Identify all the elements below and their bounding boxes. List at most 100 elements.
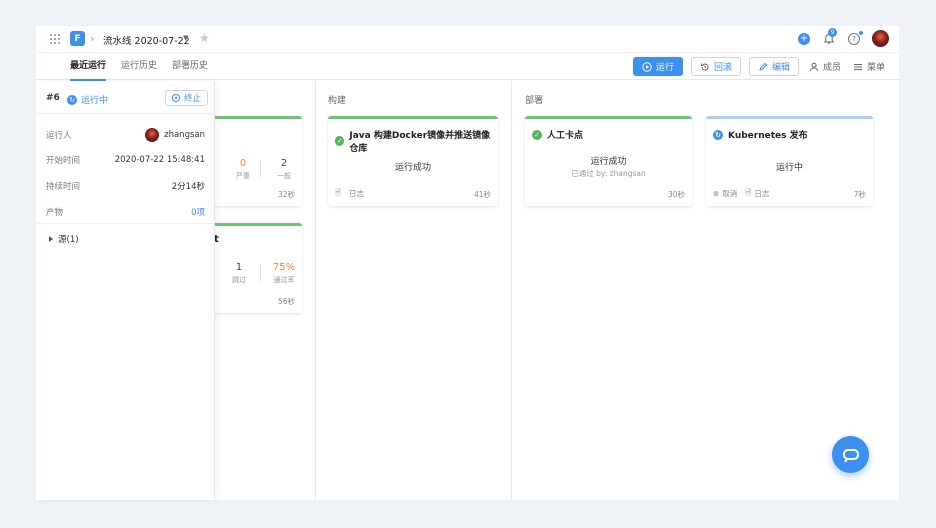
info-label: 运行人 (46, 131, 72, 141)
tab-run-history[interactable]: 运行历史 (121, 53, 157, 80)
log-link[interactable]: 🗎 日志 (335, 187, 364, 200)
stat-divider (260, 160, 261, 178)
user-avatar[interactable] (872, 30, 889, 47)
stage-status: 运行成功 (590, 157, 627, 167)
menu-label: 菜单 (866, 63, 885, 73)
stat-normal: 2 一般 (264, 158, 304, 181)
run-button[interactable]: 运行 (632, 57, 683, 76)
source-toggle[interactable]: 源(1) (49, 233, 79, 245)
stage-title-text: 人工卡点 (547, 131, 584, 141)
stage-title: ✓ 人工卡点 (532, 128, 583, 141)
stage-status: 运行中 (775, 163, 803, 173)
rollback-button[interactable]: 回滚 (690, 57, 741, 76)
info-row-start-time: 开始时间 2020-07-22 15:48:41 (46, 154, 205, 166)
user-icon (809, 62, 818, 71)
running-icon: ↻ (713, 129, 723, 140)
running-icon: ↻ (67, 94, 77, 105)
chat-fab-button[interactable] (832, 436, 869, 473)
help-icon[interactable]: ? (848, 30, 863, 45)
stage-status: 运行成功 (394, 163, 431, 173)
app-window: F › 流水线 2020-07-22 ▼ ★ + 9 ? 最近运行 运行历史 部… (36, 26, 899, 500)
caret-right-icon (49, 236, 53, 242)
log-link[interactable]: 🗎 日志 (745, 187, 769, 200)
add-icon[interactable]: + (798, 32, 810, 45)
notification-bell-icon[interactable]: 9 (822, 27, 837, 46)
info-label: 产物 (46, 208, 64, 218)
stage-card-java-build[interactable]: ✓ Java 构建Docker镜像并推送镜像仓库 运行成功 🗎 日志 41秒 (328, 116, 498, 206)
success-check-icon: ✓ (335, 136, 345, 146)
cancel-label: 取消 (722, 189, 738, 198)
run-status-text: 运行中 (81, 96, 109, 106)
info-row-artifacts: 产物 0项 (46, 206, 205, 218)
stage-footer-actions: ⊗ 取消 🗎 日志 (713, 187, 769, 200)
runner-avatar (145, 128, 160, 142)
runner-value: zhangsan (145, 128, 205, 142)
source-label: 源(1) (58, 235, 79, 245)
pipeline-title[interactable]: 流水线 2020-07-22 (103, 33, 190, 47)
artifacts-link[interactable]: 0项 (191, 206, 205, 218)
star-icon[interactable]: ★ (199, 31, 210, 45)
column-title-deploy: 部署 (525, 96, 544, 106)
chevron-right-icon: › (90, 32, 95, 45)
run-label: 运行 (655, 63, 674, 73)
stage-title: ✓ Java 构建Docker镜像并推送镜像仓库 (335, 128, 498, 154)
run-status: ↻ 运行中 (67, 93, 108, 106)
runner-name: zhangsan (164, 130, 205, 140)
pipeline-logo-icon[interactable]: F (70, 31, 85, 46)
apps-grid-icon[interactable] (50, 34, 60, 44)
column-title-build: 构建 (328, 96, 347, 106)
cancel-icon: ⊗ (713, 189, 720, 198)
top-bar: F › 流水线 2020-07-22 ▼ ★ + 9 ? (36, 26, 899, 52)
stat-skipped-num: 1 (235, 262, 243, 273)
stat-normal-label: 一般 (277, 172, 291, 180)
edit-button[interactable]: 编辑 (748, 57, 799, 76)
stage-card-manual-gate[interactable]: ✓ 人工卡点 运行成功 已通过 by: zhangsan 30秒 (525, 116, 692, 206)
log-label: 日志 (349, 189, 365, 198)
stage-duration: 7秒 (853, 190, 866, 199)
stage-title-text: Kubernetes 发布 (728, 131, 808, 141)
stage-title-text: Java 构建Docker镜像并推送镜像仓库 (349, 131, 491, 154)
stat-divider (260, 264, 261, 282)
tab-deploy-history[interactable]: 部署历史 (172, 53, 208, 80)
stage-duration: 32秒 (277, 190, 295, 199)
stat-skipped: 1 跳过 (224, 262, 254, 285)
top-right-tools: + 9 ? (798, 27, 889, 47)
cancel-link[interactable]: ⊗ 取消 (713, 188, 737, 199)
pencil-icon (759, 62, 768, 71)
tab-recent-runs[interactable]: 最近运行 (70, 53, 107, 81)
notification-badge: 9 (828, 27, 837, 37)
document-icon: 🗎 (335, 188, 342, 197)
members-label: 成员 (822, 63, 841, 73)
info-row-runner: 运行人 zhangsan (46, 128, 205, 142)
stop-icon (172, 94, 180, 102)
stage-duration: 30秒 (667, 190, 685, 199)
success-check-icon: ✓ (532, 129, 542, 140)
stat-pass-rate-num: 75% (272, 262, 296, 273)
chat-icon (842, 448, 859, 463)
info-label: 持续时间 (46, 182, 81, 192)
members-button[interactable]: 成员 (807, 57, 843, 76)
approved-by: 已通过 by: zhangsan (571, 169, 646, 178)
sub-bar: 最近运行 运行历史 部署历史 运行 回滚 编辑 成员 菜单 (36, 52, 899, 81)
stage-duration: 41秒 (473, 190, 491, 199)
start-time-value: 2020-07-22 15:48:41 (114, 155, 205, 165)
stop-button[interactable]: 终止 (165, 90, 209, 106)
menu-button[interactable]: 菜单 (851, 57, 887, 76)
document-icon: 🗎 (745, 188, 752, 197)
column-divider (511, 81, 512, 500)
caret-down-icon[interactable]: ▼ (183, 34, 188, 42)
edit-label: 编辑 (771, 63, 790, 73)
info-row-duration: 持续时间 2分14秒 (46, 180, 205, 192)
play-icon (642, 61, 652, 72)
stat-pass-rate-label: 通过率 (273, 276, 295, 284)
run-number: #6 (46, 93, 60, 103)
tab-list: 最近运行 运行历史 部署历史 (70, 53, 208, 81)
column-divider (315, 81, 316, 500)
menu-icon (853, 63, 862, 70)
stage-duration: 56秒 (277, 297, 295, 306)
stat-normal-num: 2 (280, 158, 288, 169)
stage-card-k8s-deploy[interactable]: ↻ Kubernetes 发布 运行中 ⊗ 取消 🗎 日志 7秒 (706, 116, 873, 206)
stage-title: ↻ Kubernetes 发布 (713, 128, 808, 141)
duration-value: 2分14秒 (171, 182, 205, 192)
info-label: 开始时间 (46, 156, 81, 166)
